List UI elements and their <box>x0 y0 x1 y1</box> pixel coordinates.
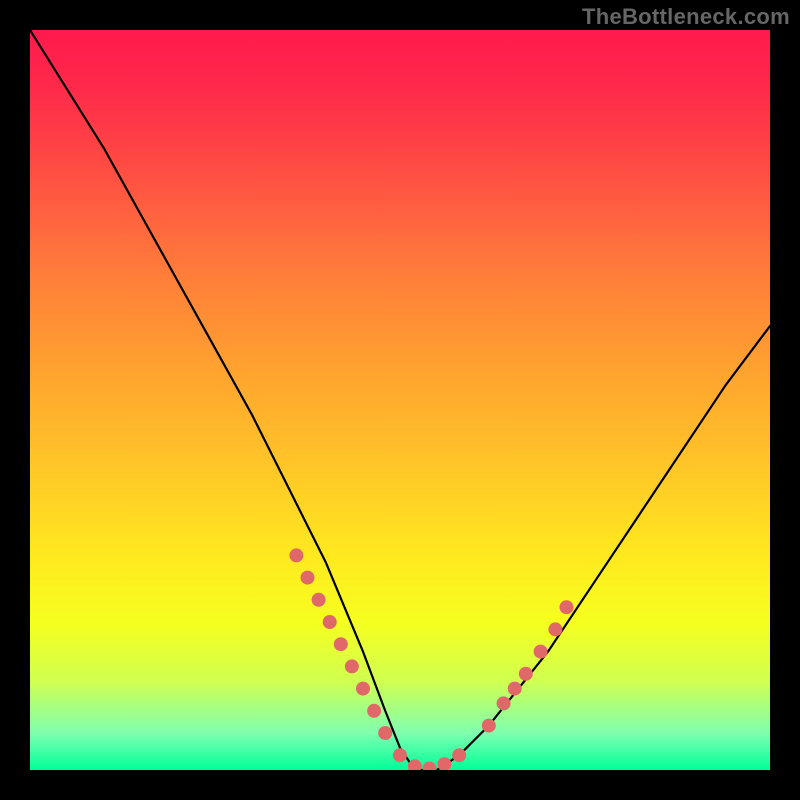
curve-svg <box>30 30 770 770</box>
marker-dot <box>519 667 533 681</box>
marker-dot <box>323 615 337 629</box>
marker-dot <box>289 548 303 562</box>
marker-dot <box>367 704 381 718</box>
marker-dot <box>312 593 326 607</box>
marker-dot <box>497 696 511 710</box>
bottleneck-curve <box>30 30 770 770</box>
marker-dot <box>301 571 315 585</box>
marker-dot <box>534 645 548 659</box>
chart-stage: TheBottleneck.com <box>0 0 800 800</box>
marker-dot <box>356 682 370 696</box>
marker-dot <box>378 726 392 740</box>
marker-dot <box>482 719 496 733</box>
plot-area <box>30 30 770 770</box>
watermark-text: TheBottleneck.com <box>582 4 790 30</box>
marker-dot <box>334 637 348 651</box>
marker-dot <box>560 600 574 614</box>
marker-dot <box>508 682 522 696</box>
highlight-markers <box>289 548 573 770</box>
marker-dot <box>452 748 466 762</box>
marker-dot <box>393 748 407 762</box>
marker-dot <box>437 757 451 770</box>
marker-dot <box>548 622 562 636</box>
marker-dot <box>423 762 437 770</box>
marker-dot <box>345 659 359 673</box>
